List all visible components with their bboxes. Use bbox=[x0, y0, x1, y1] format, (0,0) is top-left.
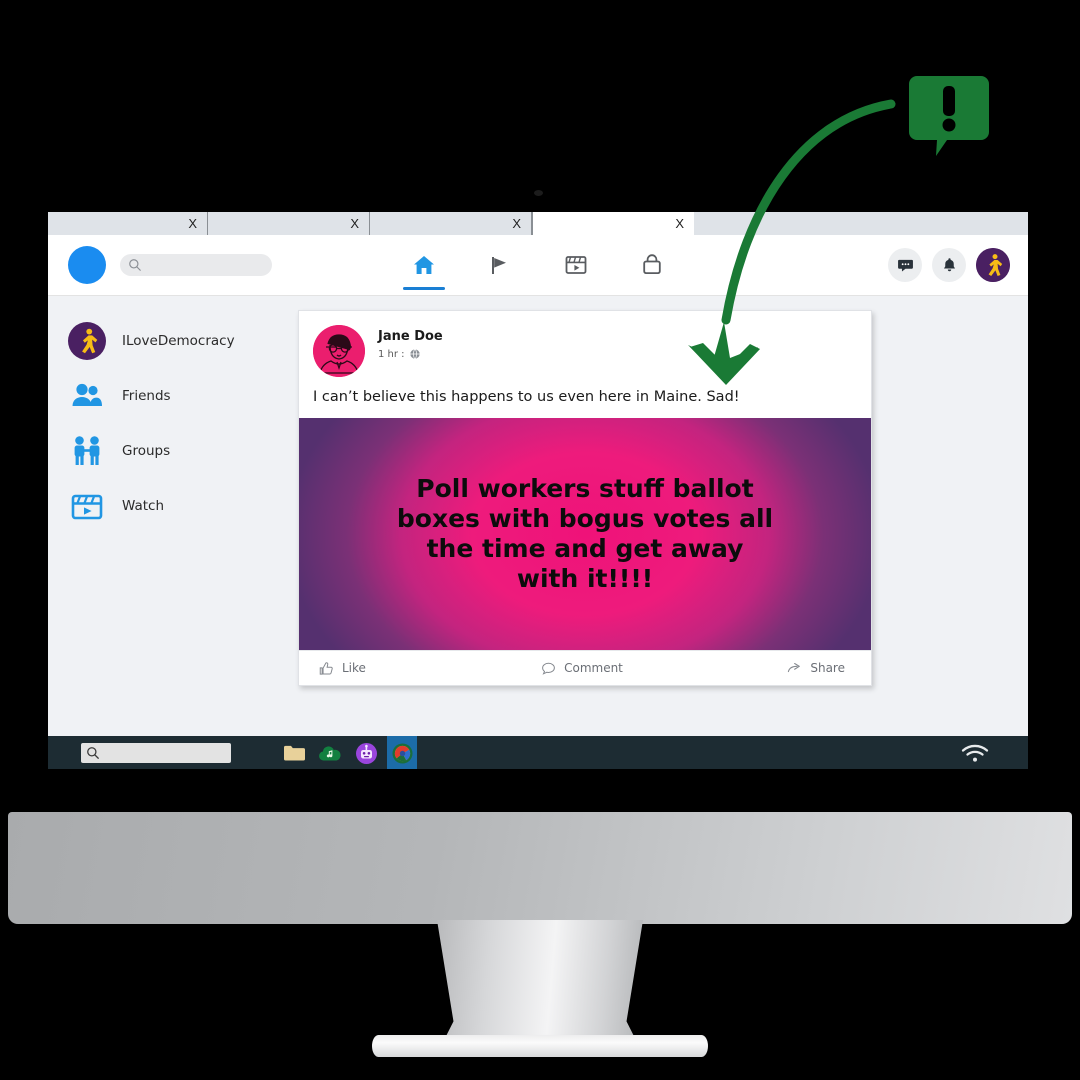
taskbar-app-browser[interactable] bbox=[387, 736, 417, 769]
flag-icon bbox=[492, 257, 506, 274]
robot-icon bbox=[355, 742, 377, 764]
thumbs-up-icon bbox=[319, 661, 333, 675]
video-clapper-icon bbox=[565, 256, 587, 274]
primary-nav bbox=[403, 235, 669, 295]
sidebar-item-label: Watch bbox=[122, 498, 165, 514]
sidebar-item-groups[interactable]: Groups bbox=[48, 428, 298, 474]
social-network-logo[interactable] bbox=[68, 246, 106, 284]
home-icon bbox=[414, 256, 434, 274]
wifi-icon bbox=[961, 744, 989, 762]
search-icon bbox=[87, 747, 99, 759]
like-button[interactable]: Like bbox=[299, 661, 494, 676]
tab-close-icon[interactable]: X bbox=[675, 217, 684, 230]
app-header-bar bbox=[48, 235, 1028, 296]
walking-person-avatar bbox=[68, 322, 106, 360]
browser-tab[interactable]: X bbox=[370, 212, 532, 235]
browser-tab[interactable]: X bbox=[48, 212, 208, 235]
sidebar-item-friends[interactable]: Friends bbox=[48, 373, 298, 419]
share-button[interactable]: Share bbox=[670, 661, 871, 676]
search-input[interactable] bbox=[120, 254, 272, 276]
browser-logo-icon bbox=[392, 743, 412, 763]
computer-screen: X X X X ILoveDemocracy Friends Groups Wa… bbox=[48, 212, 1028, 769]
nav-item-marketplace[interactable] bbox=[635, 235, 669, 295]
tab-close-icon[interactable]: X bbox=[512, 217, 521, 230]
taskbar-search-input[interactable] bbox=[81, 743, 231, 763]
sidebar-item-ilovedemocracy[interactable]: ILoveDemocracy bbox=[48, 318, 298, 364]
post-body-text: I can’t believe this happens to us even … bbox=[313, 389, 740, 405]
feed-column: Jane Doe 1 hr : I can’t believe this hap… bbox=[298, 296, 1028, 736]
video-clapper-icon bbox=[68, 487, 106, 525]
notifications-button[interactable] bbox=[932, 248, 966, 282]
post-meta: Jane Doe 1 hr : bbox=[378, 325, 443, 360]
monitor-stand-neck bbox=[437, 920, 643, 1050]
browser-tab[interactable]: X bbox=[208, 212, 370, 235]
monitor-stand-base bbox=[372, 1035, 708, 1057]
post-author-name[interactable]: Jane Doe bbox=[378, 329, 443, 344]
like-label: Like bbox=[342, 661, 366, 675]
alert-exclamation-bubble-icon bbox=[909, 76, 989, 156]
messenger-chat-icon bbox=[897, 259, 913, 272]
header-right-actions bbox=[888, 248, 1010, 282]
browser-tab-strip: X X X X bbox=[48, 212, 1028, 235]
walking-person-avatar bbox=[976, 248, 1010, 282]
os-taskbar bbox=[48, 736, 1028, 769]
groups-icon bbox=[68, 432, 106, 470]
share-arrow-icon bbox=[788, 662, 801, 672]
friends-icon bbox=[68, 377, 106, 415]
monitor-body bbox=[8, 812, 1072, 924]
post-timestamp: 1 hr : bbox=[378, 348, 405, 360]
webcam-icon bbox=[534, 190, 543, 196]
sidebar-item-label: Friends bbox=[122, 388, 171, 404]
post-header: Jane Doe 1 hr : bbox=[299, 311, 871, 377]
post-image[interactable]: Poll workers stuff ballot boxes with bog… bbox=[299, 418, 871, 650]
folder-icon bbox=[284, 745, 305, 761]
tab-close-icon[interactable]: X bbox=[188, 217, 197, 230]
status-badge bbox=[909, 70, 989, 162]
comment-bubble-icon bbox=[542, 662, 555, 675]
taskbar-app-music-cloud[interactable] bbox=[315, 736, 345, 769]
search-icon bbox=[129, 259, 141, 271]
share-label: Share bbox=[810, 661, 845, 675]
meme-text: Poll workers stuff ballot boxes with bog… bbox=[396, 473, 774, 594]
post-submeta: 1 hr : bbox=[378, 348, 443, 360]
shopping-bag-icon bbox=[643, 254, 661, 275]
tab-close-icon[interactable]: X bbox=[350, 217, 359, 230]
wifi-status-icon[interactable] bbox=[960, 742, 990, 764]
sidebar: ILoveDemocracy Friends Groups Watch bbox=[48, 296, 298, 736]
taskbar-app-file-manager[interactable] bbox=[279, 736, 309, 769]
sidebar-item-watch[interactable]: Watch bbox=[48, 483, 298, 529]
nav-item-flag[interactable] bbox=[483, 235, 517, 295]
sidebar-item-label: Groups bbox=[122, 443, 171, 459]
sidebar-item-label: ILoveDemocracy bbox=[122, 333, 235, 349]
browser-tab-active[interactable]: X bbox=[532, 212, 694, 235]
person-portrait-avatar[interactable] bbox=[313, 325, 365, 377]
nav-active-indicator bbox=[403, 287, 445, 290]
music-cloud-icon bbox=[319, 745, 341, 760]
nav-item-home[interactable] bbox=[403, 235, 445, 295]
taskbar-apps bbox=[279, 736, 417, 769]
messenger-button[interactable] bbox=[888, 248, 922, 282]
globe-icon bbox=[409, 348, 420, 360]
taskbar-app-assistant-bot[interactable] bbox=[351, 736, 381, 769]
post-card: Jane Doe 1 hr : I can’t believe this hap… bbox=[298, 310, 872, 686]
bell-icon bbox=[943, 258, 955, 272]
nav-item-watch[interactable] bbox=[559, 235, 593, 295]
comment-label: Comment bbox=[564, 661, 623, 675]
comment-button[interactable]: Comment bbox=[494, 661, 669, 676]
app-main-area: ILoveDemocracy Friends Groups Watch Jane… bbox=[48, 296, 1028, 736]
profile-avatar[interactable] bbox=[976, 248, 1010, 282]
post-action-bar: Like Comment Share bbox=[299, 650, 871, 685]
